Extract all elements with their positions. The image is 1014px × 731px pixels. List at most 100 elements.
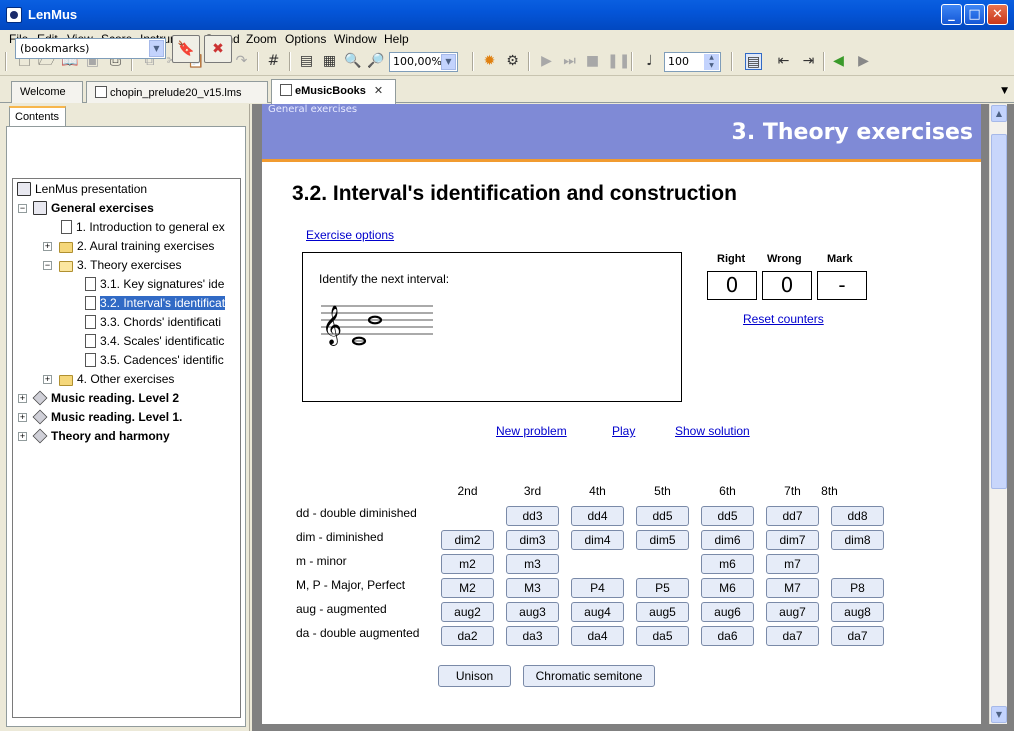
interval-button-M3[interactable]: M3 — [506, 578, 559, 598]
exercise-options-link[interactable]: Exercise options — [306, 228, 394, 242]
close-button[interactable]: ✕ — [987, 4, 1008, 25]
tree-item-other[interactable]: 4. Other exercises — [59, 371, 174, 388]
tab-welcome[interactable]: Welcome — [11, 81, 83, 103]
fit-page-icon[interactable]: ▦ — [321, 53, 338, 70]
forward-arrow-icon[interactable]: ▶ — [855, 53, 872, 70]
interval-button-aug4[interactable]: aug4 — [571, 602, 624, 622]
tuning-icon[interactable]: ⚙ — [504, 53, 521, 70]
interval-button-dim4[interactable]: dim4 — [571, 530, 624, 550]
page-icon[interactable]: ▤ — [298, 53, 315, 70]
interval-button-M2[interactable]: M2 — [441, 578, 494, 598]
menu-help[interactable]: Help — [384, 32, 409, 46]
stop-icon[interactable]: ■ — [584, 53, 601, 70]
tree-item-general-exercises[interactable]: General exercises — [33, 200, 154, 217]
tree-item-intervals[interactable]: 3.2. Interval's identificat — [85, 295, 226, 312]
spin-up-icon[interactable]: ▲ — [704, 54, 719, 62]
expand-icon[interactable]: + — [43, 242, 52, 251]
tree-item-reading-1[interactable]: Music reading. Level 1. — [32, 409, 182, 426]
interval-button-aug3[interactable]: aug3 — [506, 602, 559, 622]
minimize-button[interactable]: _ — [941, 4, 962, 25]
show-solution-link[interactable]: Show solution — [675, 424, 750, 438]
collapse-icon[interactable]: − — [18, 204, 27, 213]
scroll-up-icon[interactable]: ▲ — [991, 105, 1007, 122]
pause-icon[interactable]: ❚❚ — [607, 53, 630, 70]
interval-button-dim2[interactable]: dim2 — [441, 530, 494, 550]
interval-button-da7[interactable]: da7 — [766, 626, 819, 646]
interval-button-dim8[interactable]: dim8 — [831, 530, 884, 550]
zoom-select[interactable]: 100,00% ▼ — [389, 52, 458, 72]
interval-button-m3[interactable]: m3 — [506, 554, 559, 574]
chevron-down-icon[interactable]: ▼ — [441, 54, 456, 70]
zoom-out-icon[interactable]: 🔎 — [367, 53, 384, 70]
interval-button-da5[interactable]: da5 — [636, 626, 689, 646]
play-link[interactable]: Play — [612, 424, 635, 438]
interval-button-aug2[interactable]: aug2 — [441, 602, 494, 622]
interval-button-dim3[interactable]: dim3 — [506, 530, 559, 550]
interval-button-dd7[interactable]: dd7 — [766, 506, 819, 526]
next-page-icon[interactable]: ⇥ — [800, 53, 817, 70]
new-problem-link[interactable]: New problem — [496, 424, 567, 438]
back-arrow-icon[interactable]: ◀ — [830, 53, 847, 70]
scroll-thumb[interactable] — [991, 134, 1007, 489]
tree-item-reading-2[interactable]: Music reading. Level 2 — [32, 390, 179, 407]
menu-window[interactable]: Window — [334, 32, 377, 46]
interval-button-dd3[interactable]: dd3 — [506, 506, 559, 526]
collapse-icon[interactable]: − — [43, 261, 52, 270]
tree-item-aural[interactable]: 2. Aural training exercises — [59, 238, 214, 255]
tab-list-icon[interactable]: ▼ — [1001, 86, 1008, 96]
interval-button-aug6[interactable]: aug6 — [701, 602, 754, 622]
tree-item-intro[interactable]: 1. Introduction to general ex — [61, 219, 225, 236]
tree-item-theory-harmony[interactable]: Theory and harmony — [32, 428, 170, 445]
interval-button-aug8[interactable]: aug8 — [831, 602, 884, 622]
interval-button-da2[interactable]: da2 — [441, 626, 494, 646]
interval-button-P8[interactable]: P8 — [831, 578, 884, 598]
tree-item-theory[interactable]: 3. Theory exercises — [59, 257, 182, 274]
interval-button-P4[interactable]: P4 — [571, 578, 624, 598]
interval-button-M6[interactable]: M6 — [701, 578, 754, 598]
tree-item-chords[interactable]: 3.3. Chords' identificati — [85, 314, 221, 331]
interval-button-da6[interactable]: da6 — [701, 626, 754, 646]
metronome-icon[interactable]: ✹ — [481, 53, 498, 70]
tree-item-cadences[interactable]: 3.5. Cadences' identific — [85, 352, 224, 369]
tab-chopin[interactable]: chopin_prelude20_v15.lms — [86, 81, 268, 103]
interval-button-M7[interactable]: M7 — [766, 578, 819, 598]
breadcrumb[interactable]: General exercises — [268, 104, 357, 115]
interval-button-dim5[interactable]: dim5 — [636, 530, 689, 550]
interval-button-aug5[interactable]: aug5 — [636, 602, 689, 622]
interval-button-aug7[interactable]: aug7 — [766, 602, 819, 622]
prev-page-icon[interactable]: ⇤ — [775, 53, 792, 70]
expand-icon[interactable]: + — [18, 394, 27, 403]
interval-button-da7[interactable]: da7 — [831, 626, 884, 646]
interval-button-m6[interactable]: m6 — [701, 554, 754, 574]
menu-zoom[interactable]: Zoom — [246, 32, 277, 46]
tree-item-lenmus-presentation[interactable]: LenMus presentation — [17, 181, 147, 198]
interval-button-dd8[interactable]: dd8 — [831, 506, 884, 526]
toc-toggle-icon[interactable]: ▤ — [745, 53, 762, 70]
interval-button-m7[interactable]: m7 — [766, 554, 819, 574]
play-from-cursor-icon[interactable]: ⏭ — [561, 53, 578, 70]
tree-item-key-signatures[interactable]: 3.1. Key signatures' ide — [85, 276, 224, 293]
interval-button-da3[interactable]: da3 — [506, 626, 559, 646]
play-icon[interactable]: ▶ — [538, 53, 555, 70]
unison-button[interactable]: Unison — [438, 665, 511, 687]
bookmarks-select[interactable]: (bookmarks) ▼ — [15, 38, 166, 59]
interval-button-dd5[interactable]: dd5 — [701, 506, 754, 526]
interval-button-m2[interactable]: m2 — [441, 554, 494, 574]
expand-icon[interactable]: + — [18, 432, 27, 441]
interval-button-P5[interactable]: P5 — [636, 578, 689, 598]
interval-button-dd5[interactable]: dd5 — [636, 506, 689, 526]
spin-down-icon[interactable]: ▼ — [704, 62, 719, 70]
scroll-down-icon[interactable]: ▼ — [991, 706, 1007, 723]
interval-button-dd4[interactable]: dd4 — [571, 506, 624, 526]
reset-counters-link[interactable]: Reset counters — [743, 312, 824, 326]
interval-button-da4[interactable]: da4 — [571, 626, 624, 646]
menu-options[interactable]: Options — [285, 32, 326, 46]
vertical-scrollbar[interactable]: ▲ ▼ — [989, 104, 1007, 724]
add-bookmark-button[interactable]: 🔖 — [172, 35, 200, 63]
redo-icon[interactable]: ↷ — [233, 53, 250, 70]
tempo-spinner[interactable]: 100 ▲ ▼ — [664, 52, 721, 72]
tab-contents[interactable]: Contents — [9, 106, 66, 126]
grid-icon[interactable]: # — [265, 53, 282, 70]
zoom-in-icon[interactable]: 🔍 — [344, 53, 361, 70]
interval-button-dim6[interactable]: dim6 — [701, 530, 754, 550]
